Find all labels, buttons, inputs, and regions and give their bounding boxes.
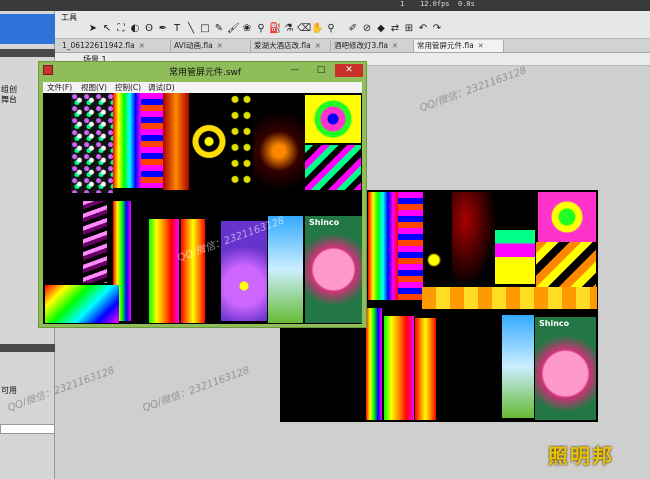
stage-art-star — [538, 192, 596, 242]
tab-document-4[interactable]: 酒吧修改灯3.fla ✕ — [331, 40, 414, 52]
panel-input[interactable] — [0, 424, 55, 434]
lasso-icon[interactable]: ʘ — [143, 23, 155, 35]
snap-icon[interactable]: ⊞ — [403, 23, 415, 35]
active-panel-tab[interactable] — [0, 14, 55, 44]
tab-document-1[interactable]: 1_06122611942.fla ✕ — [59, 40, 171, 52]
shinco-text: Shinco — [539, 319, 570, 328]
close-icon[interactable]: ✕ — [217, 42, 223, 50]
zoom-icon[interactable]: ⚲ — [325, 23, 337, 35]
close-icon[interactable]: ✕ — [478, 42, 484, 50]
swf-art-lights — [253, 93, 305, 190]
tab-document-3[interactable]: 爱湖大酒店改.fla ✕ — [251, 40, 331, 52]
hand-icon[interactable]: ✋ — [311, 23, 323, 35]
gradient-icon[interactable]: ◐ — [129, 23, 141, 35]
maximize-button[interactable]: □ — [309, 64, 333, 77]
menu-control[interactable]: 控制(C) — [115, 82, 141, 93]
panel-header — [0, 49, 55, 57]
swf-art-sky — [268, 216, 303, 323]
swf-canvas: Shinco — [43, 93, 362, 324]
logo-text: 照明邦 — [548, 444, 614, 468]
swf-art-zigzag — [141, 93, 163, 188]
stage-art-sky — [502, 315, 534, 418]
subselect-icon[interactable]: ↖ — [101, 23, 113, 35]
paint-bucket-icon[interactable]: ⛽ — [269, 23, 281, 35]
fill-color-icon[interactable]: ◆ — [375, 23, 387, 35]
swap-colors-icon[interactable]: ⇄ — [389, 23, 401, 35]
stage-art-chevrons — [536, 242, 596, 290]
stage-art-zigzag — [398, 192, 423, 300]
stage-art-rainbow — [384, 316, 414, 420]
no-color-icon[interactable]: ⊘ — [361, 23, 373, 35]
eraser-icon[interactable]: ⌫ — [297, 23, 311, 35]
flash-app-icon — [43, 65, 53, 75]
close-icon[interactable]: ✕ — [392, 42, 398, 50]
window-titlebar[interactable]: 常用管屏元件.swf — □ ✕ — [39, 62, 366, 80]
swf-art-sunburst — [189, 93, 229, 190]
deco-icon[interactable]: ❀ — [241, 23, 253, 35]
swf-art-rainbow — [149, 219, 179, 323]
free-transform-icon[interactable]: ⛶ — [115, 23, 127, 35]
swf-art-bubbles — [229, 93, 253, 190]
left-panel-label: 舞台 — [1, 95, 17, 104]
line-tool-icon[interactable]: ╲ — [185, 23, 197, 35]
swf-art-star — [305, 95, 361, 143]
stage-art-flowers: Shinco — [535, 317, 596, 420]
stage-art-gradient — [415, 318, 436, 420]
stage-art-diamond — [366, 308, 382, 420]
arrow-icon[interactable]: ➤ — [87, 23, 99, 35]
frame-rate: 12.0fps — [420, 0, 450, 8]
left-panel-label: 可用 — [1, 386, 17, 395]
brand-logo: 照明邦 — [548, 440, 626, 470]
close-icon[interactable]: ✕ — [315, 42, 321, 50]
watermark-text: QQ/微信：2321163128 — [418, 65, 529, 115]
frame-number: 1 — [400, 0, 405, 8]
swf-art-lightning — [83, 201, 107, 283]
tab-document-2[interactable]: AVI动画.fla ✕ — [171, 40, 251, 52]
elapsed-time: 0.0s — [458, 0, 475, 8]
tools-toolbar: 工具 ➤ ↖ ⛶ ◐ ʘ ✒ T ╲ □ ✎ 🖌 ❀ ⚲ ⛽ ⚗ ⌫ ✋ ⚲ ✐ ⊘ ◆ ⇄ ⊞ ↶ ↷ — [55, 11, 650, 39]
swf-art-chevron-rainbow — [45, 285, 119, 323]
top-status-bar: 1 12.0fps 0.0s — [0, 0, 650, 11]
swf-preview-window: 常用管屏元件.swf — □ ✕ 文件(F) 视图(V) 控制(C) 调试(D)… — [38, 61, 367, 328]
swf-art-orange — [163, 93, 189, 190]
shinco-text: Shinco — [309, 218, 340, 227]
swf-art-chevrons — [305, 145, 361, 190]
eyedropper-icon[interactable]: ⚗ — [283, 23, 295, 35]
tab-document-5[interactable]: 常用管屏元件.fla ✕ — [414, 40, 504, 52]
window-title: 常用管屏元件.swf — [169, 68, 242, 78]
brush-icon[interactable]: 🖌 — [227, 23, 240, 35]
stage-art-stripes — [368, 192, 398, 300]
swf-art-stripes — [113, 93, 141, 188]
close-button[interactable]: ✕ — [335, 64, 363, 77]
menu-debug[interactable]: 调试(D) — [148, 82, 175, 93]
menu-file[interactable]: 文件(F) — [47, 82, 72, 93]
stage-art-bars — [495, 194, 535, 284]
swf-art-sparkles — [71, 93, 113, 193]
toolbar-title: 工具 — [61, 13, 77, 22]
watermark-text: QQ/微信：2321163128 — [141, 365, 252, 415]
minimize-button[interactable]: — — [283, 64, 307, 77]
text-tool-icon[interactable]: T — [171, 23, 183, 35]
swf-menubar: 文件(F) 视图(V) 控制(C) 调试(D) — [43, 82, 362, 93]
swf-art-flowers: Shinco — [305, 216, 362, 323]
rectangle-tool-icon[interactable]: □ — [199, 23, 211, 35]
stage-art-rings — [452, 192, 497, 287]
undo-icon[interactable]: ↶ — [417, 23, 429, 35]
pencil-icon[interactable]: ✎ — [213, 23, 225, 35]
swf-art-gradient — [181, 219, 205, 323]
pen-icon[interactable]: ✒ — [157, 23, 169, 35]
panel-header — [0, 344, 55, 352]
menu-view[interactable]: 视图(V) — [81, 82, 107, 93]
document-tabs: 1_06122611942.fla ✕ AVI动画.fla ✕ 爱湖大酒店改.fla… — [55, 39, 650, 53]
close-icon[interactable]: ✕ — [139, 42, 145, 50]
stroke-color-icon[interactable]: ✐ — [347, 23, 359, 35]
bone-icon[interactable]: ⚲ — [255, 23, 267, 35]
redo-icon[interactable]: ↷ — [431, 23, 443, 35]
stage-art-strip — [422, 287, 597, 309]
